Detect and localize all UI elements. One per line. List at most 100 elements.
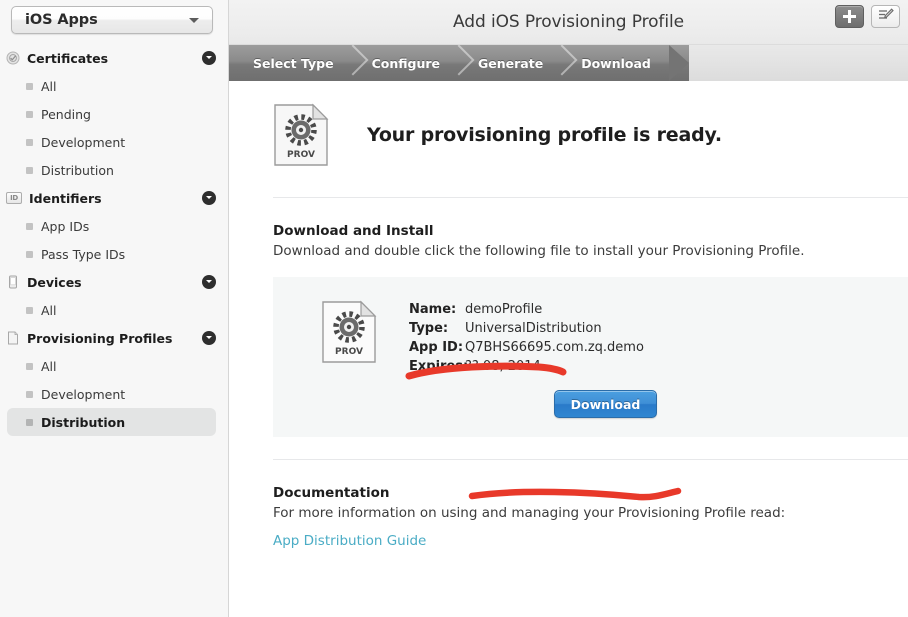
bullet-icon [26, 306, 33, 314]
profile-field-expires: Expires: ?? 08, 2014 [409, 359, 644, 378]
sidebar-item-label: Development [41, 386, 126, 402]
add-button[interactable] [835, 5, 864, 28]
field-key: App ID: [409, 340, 464, 355]
bullet-icon [26, 362, 33, 370]
chevron-down-circle-icon[interactable] [202, 191, 216, 205]
sidebar: iOS Apps Certificates All Pending Develo… [0, 0, 229, 617]
bullet-icon [26, 390, 33, 398]
sidebar-group-label: Provisioning Profiles [27, 330, 173, 346]
field-value: demoProfile [465, 302, 543, 317]
sidebar-item-label: All [41, 78, 57, 94]
field-value: Q7BHS66695.com.zq.demo [465, 340, 644, 355]
profile-fields: Name: demoProfile Type: UniversalDistrib… [409, 302, 644, 378]
sidebar-item-certificates-development[interactable]: Development [7, 128, 216, 156]
divider [273, 459, 908, 460]
bullet-icon [26, 110, 33, 118]
app-window: iOS Apps Certificates All Pending Develo… [0, 0, 908, 617]
sidebar-nav: Certificates All Pending Development Dis… [0, 44, 229, 436]
provisioning-profile-file-icon: PROV [321, 300, 377, 364]
download-section-subtext: Download and double click the following … [273, 243, 805, 259]
app-distribution-guide-link[interactable]: App Distribution Guide [273, 533, 426, 549]
content-area: PROV Your provisioning profile is ready.… [229, 81, 908, 549]
chevron-down-circle-icon[interactable] [202, 51, 216, 65]
plus-icon [843, 10, 856, 23]
profile-field-name: Name: demoProfile [409, 302, 644, 321]
main-panel: Add iOS Provisioning Profile Select Type… [229, 0, 908, 617]
sidebar-group-provisioning-profiles[interactable]: Provisioning Profiles [0, 324, 229, 352]
chevron-down-circle-icon[interactable] [202, 275, 216, 289]
step-generate[interactable]: Generate [478, 45, 543, 81]
bullet-icon [26, 82, 33, 90]
bullet-icon [26, 250, 33, 258]
divider [273, 197, 908, 198]
download-button[interactable]: Download [554, 390, 657, 418]
sidebar-item-label: All [41, 302, 57, 318]
app-type-select[interactable]: iOS Apps [11, 6, 213, 34]
edit-pencil-icon [878, 7, 894, 26]
step-label: Configure [371, 55, 441, 71]
download-section-heading: Download and Install [273, 223, 434, 239]
sidebar-item-profiles-distribution[interactable]: Distribution [7, 408, 216, 436]
edit-button[interactable] [871, 5, 900, 28]
sidebar-group-devices[interactable]: Devices [0, 268, 229, 296]
sidebar-item-label: All [41, 358, 57, 374]
page-title: Add iOS Provisioning Profile [453, 12, 684, 32]
field-value: UniversalDistribution [465, 321, 602, 336]
document-icon [6, 331, 20, 345]
chevron-down-circle-icon[interactable] [202, 331, 216, 345]
prov-icon-label: PROV [287, 150, 315, 160]
step-select-type[interactable]: Select Type [229, 45, 334, 81]
sidebar-group-label: Devices [27, 274, 82, 290]
step-label: Generate [478, 55, 544, 71]
chevron-right-icon [334, 45, 372, 81]
sidebar-item-devices-all[interactable]: All [7, 296, 216, 324]
prov-icon-label: PROV [335, 347, 363, 357]
step-configure[interactable]: Configure [372, 45, 440, 81]
profile-summary-box: PROV Name: demoProfile Type: UniversalDi… [273, 277, 908, 437]
sidebar-group-identifiers[interactable]: ID Identifiers [0, 184, 229, 212]
sidebar-item-app-ids[interactable]: App IDs [7, 212, 216, 240]
provisioning-profile-file-icon: PROV [273, 103, 329, 167]
profile-field-type: Type: UniversalDistribution [409, 321, 644, 340]
documentation-subtext: For more information on using and managi… [273, 505, 786, 521]
profile-field-app-id: App ID: Q7BHS66695.com.zq.demo [409, 340, 644, 359]
sidebar-item-label: Pending [41, 106, 91, 122]
chevron-right-icon [543, 45, 581, 81]
chevron-right-icon [440, 45, 478, 81]
chevron-down-icon [189, 18, 199, 23]
bullet-icon [26, 418, 33, 426]
titlebar-actions [835, 5, 900, 28]
bullet-icon [26, 222, 33, 230]
field-value: ?? 08, 2014 [465, 359, 541, 374]
sidebar-item-certificates-all[interactable]: All [7, 72, 216, 100]
documentation-heading: Documentation [273, 485, 390, 501]
sidebar-item-certificates-pending[interactable]: Pending [7, 100, 216, 128]
sidebar-item-label: Distribution [41, 414, 126, 430]
sidebar-group-label: Identifiers [29, 190, 102, 206]
sidebar-group-certificates[interactable]: Certificates [0, 44, 229, 72]
download-button-label: Download [570, 396, 641, 412]
sidebar-item-label: App IDs [41, 218, 90, 234]
step-download[interactable]: Download [581, 45, 651, 81]
sidebar-item-certificates-distribution[interactable]: Distribution [7, 156, 216, 184]
certificate-seal-icon [6, 51, 20, 65]
step-label: Select Type [253, 55, 334, 71]
step-label: Download [581, 55, 651, 71]
field-key: Type: [409, 321, 449, 336]
field-key: Expires: [409, 359, 469, 374]
app-type-select-value: iOS Apps [25, 12, 98, 28]
device-phone-icon [6, 275, 20, 289]
sidebar-item-pass-type-ids[interactable]: Pass Type IDs [7, 240, 216, 268]
bullet-icon [26, 166, 33, 174]
sidebar-item-label: Distribution [41, 162, 114, 178]
sidebar-item-profiles-all[interactable]: All [7, 352, 216, 380]
bullet-icon [26, 138, 33, 146]
sidebar-item-profiles-development[interactable]: Development [7, 380, 216, 408]
ready-heading: Your provisioning profile is ready. [367, 124, 722, 146]
title-bar: Add iOS Provisioning Profile [229, 0, 908, 45]
sidebar-group-label: Certificates [27, 50, 109, 66]
sidebar-item-label: Development [41, 134, 126, 150]
id-badge-icon: ID [6, 192, 22, 204]
wizard-steps: Select Type Configure Generate Download [229, 45, 908, 81]
sidebar-item-label: Pass Type IDs [41, 246, 126, 262]
